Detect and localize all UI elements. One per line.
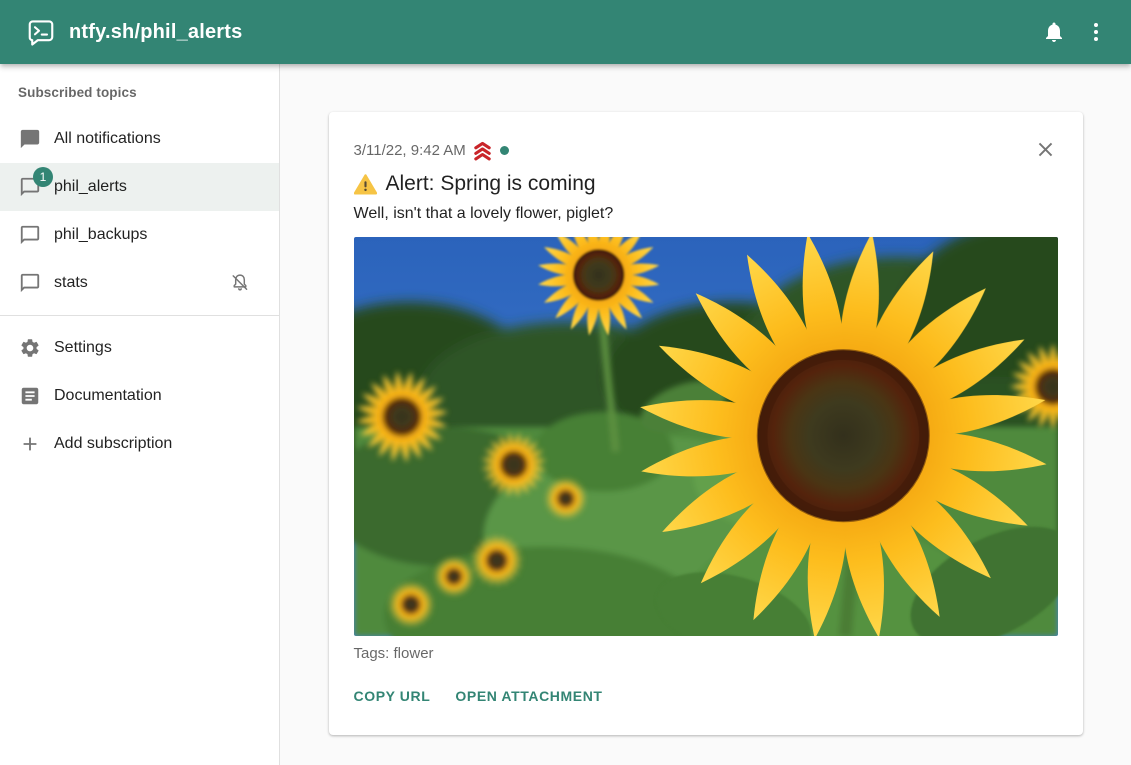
sidebar-item-label: Add subscription — [54, 435, 172, 453]
sidebar-item-label: Settings — [54, 339, 112, 357]
sidebar-item-label: All notifications — [54, 130, 161, 148]
unread-dot — [500, 146, 509, 155]
page-title: ntfy.sh/phil_alerts — [69, 21, 242, 44]
dismiss-notification-button[interactable] — [1033, 136, 1059, 162]
sidebar-item-label: stats — [54, 274, 88, 292]
sidebar-divider — [0, 315, 279, 316]
notifications-bell-button[interactable] — [1033, 11, 1075, 53]
sidebar-item-all-notifications[interactable]: All notifications — [0, 115, 279, 163]
sidebar-item-label: Documentation — [54, 387, 162, 405]
main-content: 3/11/22, 9:42 AM — [280, 64, 1131, 765]
sidebar-item-phil-alerts[interactable]: 1 phil_alerts — [0, 163, 279, 211]
priority-max-icon — [471, 139, 494, 162]
subscribed-topics-label: Subscribed topics — [0, 64, 279, 115]
bell-icon — [1042, 20, 1066, 44]
close-icon — [1034, 138, 1057, 161]
notification-message: Well, isn't that a lovely flower, piglet… — [354, 203, 1058, 225]
chat-bubble-filled-icon — [18, 127, 42, 151]
notification-title-row: Alert: Spring is coming — [354, 170, 1058, 198]
chat-bubble-outline-icon — [18, 271, 42, 295]
sidebar-item-phil-backups[interactable]: phil_backups — [0, 211, 279, 259]
notification-title: Alert: Spring is coming — [386, 170, 596, 198]
card-actions: COPY URL OPEN ATTACHMENT — [354, 682, 1058, 710]
chat-bubble-outline-icon: 1 — [18, 175, 42, 199]
sidebar-item-label: phil_backups — [54, 226, 147, 244]
copy-url-button[interactable]: COPY URL — [354, 682, 431, 710]
ntfy-logo-icon — [26, 17, 56, 47]
article-icon — [18, 384, 42, 408]
sidebar-item-add-subscription[interactable]: Add subscription — [0, 420, 279, 468]
chat-bubble-outline-icon — [18, 223, 42, 247]
warning-triangle-icon — [354, 173, 377, 196]
timestamp: 3/11/22, 9:42 AM — [354, 142, 466, 159]
sidebar-item-label: phil_alerts — [54, 178, 127, 196]
notification-meta: 3/11/22, 9:42 AM — [354, 139, 1058, 162]
sidebar-item-stats[interactable]: stats — [0, 259, 279, 307]
app-bar: ntfy.sh/phil_alerts — [0, 0, 1131, 64]
notifications-off-icon — [229, 272, 251, 294]
open-attachment-button[interactable]: OPEN ATTACHMENT — [455, 682, 602, 710]
notification-card: 3/11/22, 9:42 AM — [329, 112, 1083, 735]
tags-label: Tags: flower — [354, 645, 1058, 662]
attachment-image[interactable] — [354, 237, 1058, 636]
sidebar: Subscribed topics All notifications 1 ph… — [0, 64, 280, 765]
more-vert-icon — [1084, 20, 1108, 44]
overflow-menu-button[interactable] — [1075, 11, 1117, 53]
sidebar-item-settings[interactable]: Settings — [0, 324, 279, 372]
gear-icon — [18, 336, 42, 360]
sidebar-item-documentation[interactable]: Documentation — [0, 372, 279, 420]
plus-icon — [18, 432, 42, 456]
unread-count-badge: 1 — [33, 167, 53, 187]
